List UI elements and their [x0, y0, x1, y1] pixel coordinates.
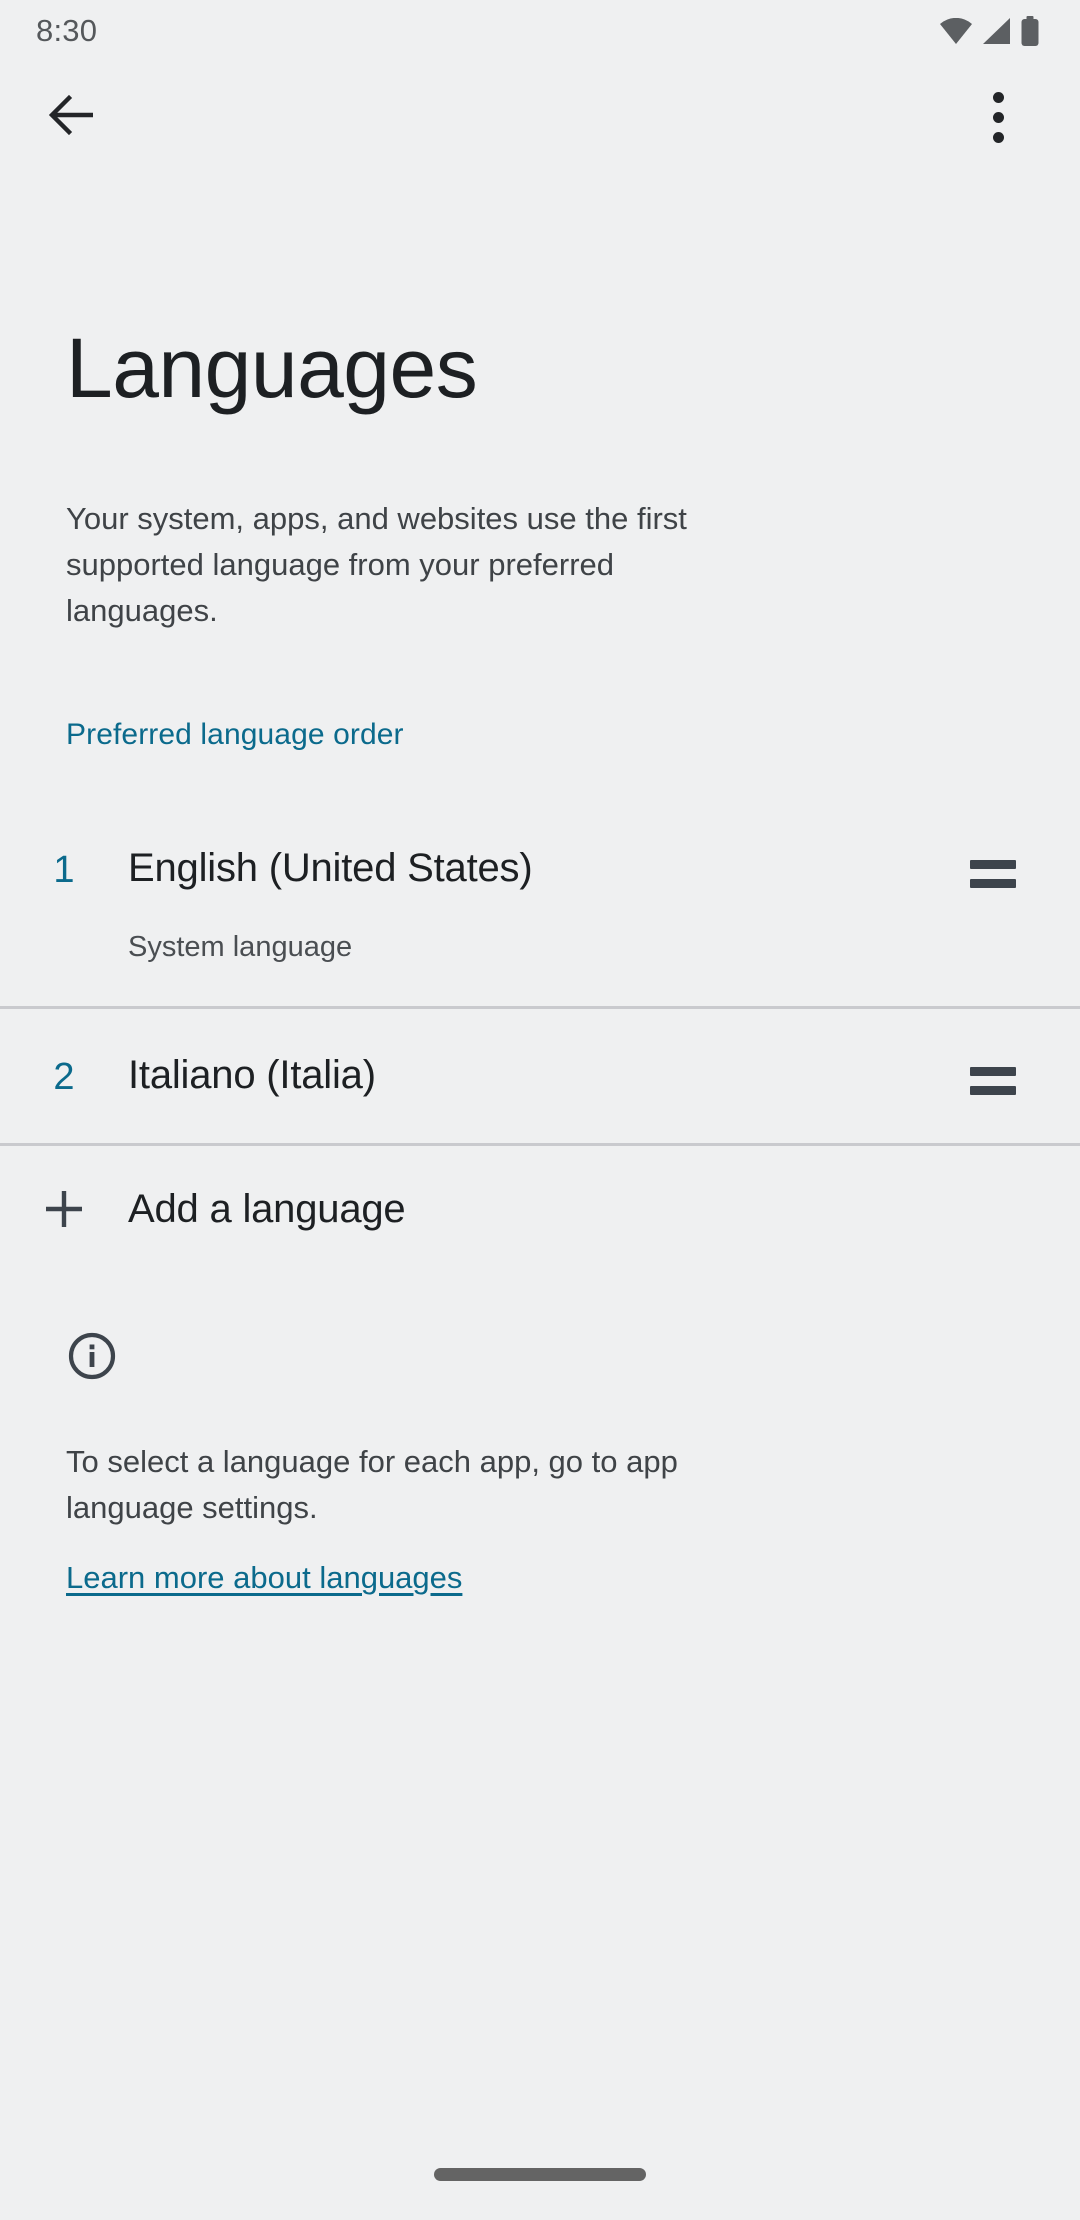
- drag-handle-icon[interactable]: [970, 1049, 1040, 1095]
- language-name: English (United States): [128, 842, 970, 894]
- footer-text: To select a language for each app, go to…: [66, 1439, 746, 1531]
- language-row-text: English (United States) System language: [128, 842, 970, 966]
- overflow-menu-icon: [993, 92, 1004, 143]
- language-order-number: 1: [0, 842, 128, 896]
- section-header-preferred-language-order: Preferred language order: [0, 634, 1080, 754]
- preferred-language-list: 1 English (United States) System languag…: [0, 802, 1080, 1146]
- signal-icon: [981, 18, 1011, 44]
- back-button[interactable]: [34, 79, 110, 155]
- info-icon: [66, 1330, 1032, 1387]
- footer-section: To select a language for each app, go to…: [0, 1272, 1080, 1601]
- app-bar: [0, 62, 1080, 172]
- page-description: Your system, apps, and websites use the …: [66, 496, 766, 634]
- status-bar-icons: [940, 16, 1040, 46]
- status-bar-clock: 8:30: [36, 13, 97, 49]
- battery-icon: [1020, 16, 1040, 46]
- wifi-icon: [940, 18, 972, 44]
- back-arrow-icon: [49, 94, 95, 141]
- learn-more-link[interactable]: Learn more about languages: [66, 1555, 462, 1601]
- language-name: Italiano (Italia): [128, 1049, 970, 1101]
- plus-icon: [0, 1185, 128, 1233]
- language-order-number: 2: [0, 1049, 128, 1103]
- gesture-nav-pill[interactable]: [434, 2168, 646, 2181]
- overflow-menu-button[interactable]: [960, 79, 1036, 155]
- add-language-label: Add a language: [128, 1183, 405, 1235]
- drag-handle-icon[interactable]: [970, 842, 1040, 888]
- add-language-button[interactable]: Add a language: [0, 1146, 1080, 1272]
- language-row-1[interactable]: 1 English (United States) System languag…: [0, 802, 1080, 1006]
- status-bar: 8:30: [0, 0, 1080, 62]
- hero-section: Languages Your system, apps, and website…: [0, 172, 1080, 634]
- language-subtitle: System language: [128, 928, 970, 966]
- gesture-nav-bar: [0, 2128, 1080, 2220]
- language-row-2[interactable]: 2 Italiano (Italia): [0, 1006, 1080, 1146]
- page-title: Languages: [66, 322, 1032, 414]
- language-row-text: Italiano (Italia): [128, 1049, 970, 1101]
